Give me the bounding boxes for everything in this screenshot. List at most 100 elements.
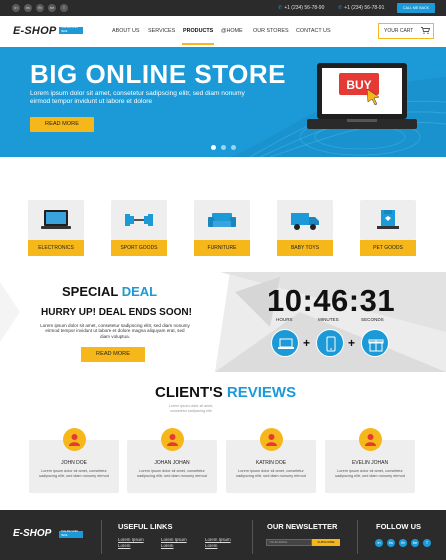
review-text: Lorem ipsum dolor sit amet, consetetur s… (335, 469, 405, 478)
deal-title: SPECIAL DEAL (62, 284, 157, 299)
category-label: ELECTRONICS (28, 240, 84, 256)
phone-2[interactable]: ✆ +1 (234) 56-78-91 (338, 4, 384, 12)
footer-link[interactable]: Lorem Ipsum (161, 537, 187, 542)
timer-label-seconds: SECONDS (361, 317, 384, 322)
active-nav-indicator (182, 43, 214, 45)
reviewer-name: EVELIN JOHAN (351, 460, 389, 466)
footer-divider (252, 520, 253, 554)
timer-label-minutes: MINUTES (318, 317, 339, 322)
phone-icon (326, 336, 336, 352)
category-pet-goods[interactable]: PET GOODS (360, 200, 416, 256)
slide-dot-2[interactable] (221, 145, 226, 150)
plus-icon: + (348, 336, 356, 350)
category-label: SPORT GOODS (111, 240, 167, 256)
linkedin-icon[interactable]: in (12, 4, 20, 12)
site-logo[interactable]: E-SHOP (13, 25, 56, 37)
reviewer-name: JOHAN JOHAN (154, 460, 190, 466)
hero-read-more-button[interactable]: READ MORE (30, 117, 94, 132)
phone-1-number: +1 (234) 56-78-90 (284, 5, 325, 11)
deal-text: Lorem ipsum dolor sit amet, consetetur s… (40, 323, 190, 339)
category-baby-toys[interactable]: BABY TOYS (277, 200, 333, 256)
reviews-subtitle: Lorem ipsum dolor sit amet, consetetur s… (168, 404, 214, 413)
footer-link[interactable]: Lorem (205, 543, 217, 548)
useful-links-title: USEFUL LINKS (118, 522, 173, 531)
hero-title: BIG ONLINE STORE (30, 59, 286, 89)
reviewer-name: KATRIN DOE (255, 460, 287, 466)
review-text: Lorem ipsum dolor sit amet, consetetur s… (137, 469, 207, 478)
behance-icon[interactable]: be (48, 4, 56, 12)
cart-button[interactable]: YOUR CART (378, 23, 434, 39)
category-tile (28, 200, 84, 240)
phone-icon: ✆ (338, 5, 343, 11)
category-furniture[interactable]: FURNITURE (194, 200, 250, 256)
laptop-icon (41, 210, 71, 229)
tumblr-icon[interactable]: T (60, 4, 68, 12)
tumblr-icon[interactable]: T (423, 539, 431, 547)
footer-link[interactable]: Lorem (118, 543, 130, 548)
footer-link[interactable]: Lorem Ipsum (118, 537, 144, 542)
twitter-icon[interactable]: tw (24, 4, 32, 12)
footer-link[interactable]: Lorem Ipsum (205, 537, 231, 542)
truck-icon (291, 213, 319, 230)
nav-services[interactable]: SERVICES (148, 28, 175, 34)
hero-text: Lorem ipsum dolor sit amet, consetetur s… (30, 90, 245, 105)
dumbbell-icon (125, 214, 153, 226)
reviews-title-plain: CLIENT'S (155, 384, 223, 401)
category-sport-goods[interactable]: SPORT GOODS (111, 200, 167, 256)
phone-1[interactable]: ✆ +1 (234) 56-78-90 (278, 4, 324, 12)
cart-label: YOUR CART (384, 28, 414, 34)
reviewer-name: JOHN DOE (61, 460, 87, 466)
pet-bowl-icon (377, 210, 399, 229)
avatar (63, 428, 86, 451)
category-electronics[interactable]: ELECTRONICS (28, 200, 84, 256)
nav-products[interactable]: PRODUCTS (183, 28, 213, 34)
user-icon (365, 434, 376, 446)
behance-icon[interactable]: be (411, 539, 419, 547)
cart-icon (421, 27, 430, 34)
user-icon (167, 434, 178, 446)
user-icon (266, 434, 277, 446)
facebook-icon[interactable]: fb (399, 539, 407, 547)
logo-tagline: TAGLINE GOES HERE (59, 27, 83, 34)
footer-divider (357, 520, 358, 554)
nav-home[interactable]: @HOME (221, 28, 243, 34)
footer-divider (101, 520, 102, 554)
twitter-icon[interactable]: tw (387, 539, 395, 547)
gift-icon (368, 339, 384, 352)
slide-dot-3[interactable] (231, 145, 236, 150)
call-me-back-button[interactable]: CALL ME BACK (397, 3, 435, 13)
top-bar: in tw fb be T ✆ +1 (234) 56-78-90 ✆ +1 (23… (0, 0, 446, 16)
category-tile (277, 200, 333, 240)
footer-link[interactable]: Lorem (161, 543, 173, 548)
linkedin-icon[interactable]: in (375, 539, 383, 547)
nav-about-us[interactable]: ABOUT US (112, 28, 139, 34)
category-label: BABY TOYS (277, 240, 333, 256)
nav-our-stores[interactable]: OUR STORES (253, 28, 289, 34)
phone-2-number: +1 (234) 56-78-91 (344, 5, 385, 11)
category-label: PET GOODS (360, 240, 416, 256)
nav-contact-us[interactable]: CONTACT US (296, 28, 331, 34)
follow-us-title: FOLLOW US (376, 522, 421, 531)
laptop-illustration: BUY (307, 63, 417, 129)
category-tile (194, 200, 250, 240)
newsletter-email-input[interactable]: YOUR EMAIL (266, 539, 312, 546)
bundle-gift (361, 329, 389, 357)
category-tile (111, 200, 167, 240)
site-footer: E-SHOP TAGLINE GOES HERE USEFUL LINKS Lo… (0, 510, 446, 560)
plus-icon: + (303, 336, 311, 350)
review-text: Lorem ipsum dolor sit amet, consetetur s… (236, 469, 306, 478)
deal-title-highlight: DEAL (121, 284, 158, 299)
subscribe-button[interactable]: SUBSCRIBE (312, 539, 340, 546)
site-header: E-SHOP TAGLINE GOES HERE ABOUT US SERVIC… (0, 16, 446, 46)
deal-title-plain: SPECIAL (62, 284, 119, 299)
deal-read-more-button[interactable]: READ MORE (81, 347, 145, 362)
facebook-icon[interactable]: fb (36, 4, 44, 12)
footer-logo[interactable]: E-SHOP (13, 528, 51, 539)
category-label: FURNITURE (194, 240, 250, 256)
slide-dot-1[interactable] (211, 145, 216, 150)
bundle-phone (316, 329, 344, 357)
avatar (359, 428, 382, 451)
reviews-title: CLIENT'S REVIEWS (155, 384, 296, 401)
newsletter-title: OUR NEWSLETTER (267, 522, 338, 531)
hero-banner: BIG ONLINE STORE Lorem ipsum dolor sit a… (0, 47, 446, 157)
